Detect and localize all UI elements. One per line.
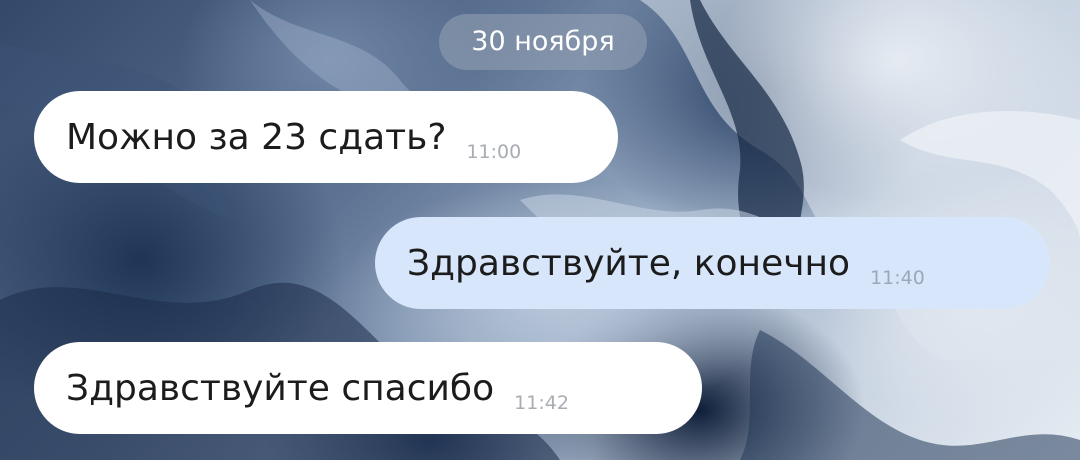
message-text: Здравствуйте, конечно bbox=[407, 242, 851, 284]
message-time: 11:00 bbox=[466, 141, 522, 163]
message-bubble-incoming[interactable]: Можно за 23 сдать? 11:00 bbox=[34, 91, 618, 183]
message-bubble-outgoing[interactable]: Здравствуйте, конечно 11:40 bbox=[375, 217, 1050, 309]
message-text: Можно за 23 сдать? bbox=[66, 116, 447, 158]
message-text: Здравствуйте спасибо bbox=[66, 367, 495, 409]
message-bubble-incoming[interactable]: Здравствуйте спасибо 11:42 bbox=[34, 342, 702, 434]
message-time: 11:42 bbox=[514, 392, 569, 414]
date-separator: 30 ноября bbox=[439, 14, 647, 70]
message-time: 11:40 bbox=[870, 267, 925, 289]
